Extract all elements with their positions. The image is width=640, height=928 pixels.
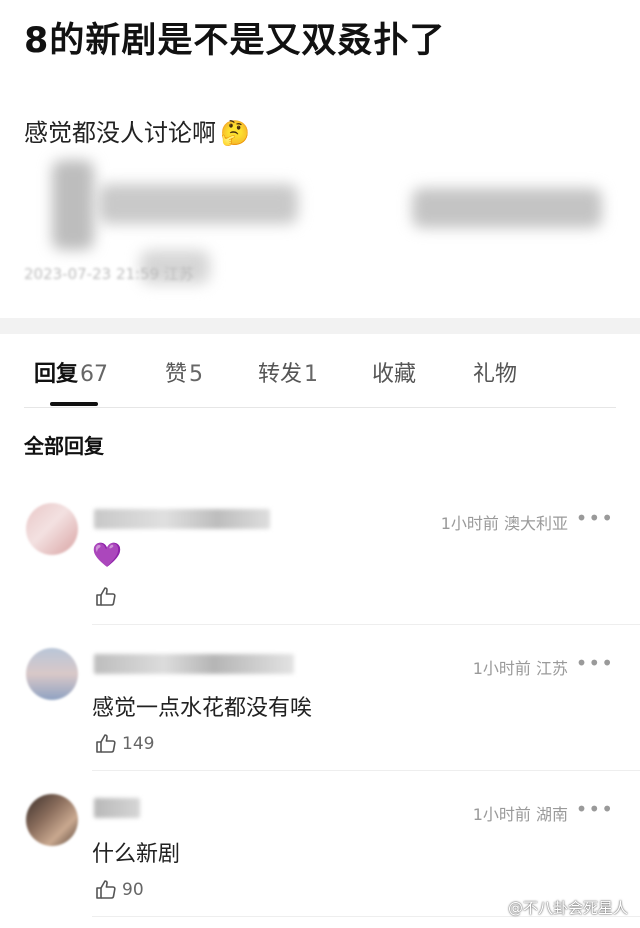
more-options-icon[interactable]: •••: [576, 506, 614, 530]
commenter-name[interactable]: [94, 798, 140, 818]
comment-time: 1小时前: [440, 514, 499, 533]
comment-location: 澳大利亚: [503, 514, 568, 533]
tab-gifts[interactable]: 礼物: [473, 356, 517, 388]
comment-divider: [92, 770, 640, 771]
blurred-author-name: [98, 184, 298, 224]
section-gap: [0, 318, 640, 334]
comment-item: 1小时前 江苏 ••• 感觉一点水花都没有唉 149: [0, 640, 640, 771]
comment-time: 1小时前: [472, 805, 531, 824]
tab-replies-count: 67: [80, 362, 109, 387]
thumbs-up-icon: [96, 880, 116, 899]
comment-location: 湖南: [535, 805, 568, 824]
comment-meta: 1小时前 江苏: [473, 655, 568, 679]
tab-likes-label: 赞: [165, 362, 188, 387]
comment-time: 1小时前: [472, 659, 531, 678]
like-count: 149: [122, 734, 155, 754]
blurred-author-badge: [412, 188, 602, 228]
tabs-divider: [24, 407, 616, 408]
tab-replies[interactable]: 回复67: [34, 356, 108, 388]
tab-favorites[interactable]: 收藏: [372, 356, 416, 388]
tab-favorites-label: 收藏: [372, 362, 417, 387]
tab-reposts-label: 转发: [258, 362, 303, 387]
comment-text: 💜: [92, 541, 122, 569]
comment-text: 感觉一点水花都没有唉: [92, 696, 313, 721]
tab-likes-count: 5: [189, 362, 204, 387]
thinking-face-icon: 🤔: [220, 119, 250, 147]
like-button[interactable]: [94, 585, 122, 609]
avatar[interactable]: [26, 794, 78, 846]
comment-location: 江苏: [535, 659, 568, 678]
tab-reposts[interactable]: 转发1: [258, 356, 318, 388]
active-tab-indicator: [50, 402, 98, 406]
post-body-text: 感觉都没人讨论啊: [24, 119, 216, 147]
post-title: 8的新剧是不是又双叒扑了: [24, 21, 446, 61]
more-options-icon[interactable]: •••: [576, 797, 614, 821]
watermark: @不八卦会死星人: [507, 899, 628, 917]
like-button[interactable]: 149: [94, 732, 154, 756]
comment-text: 什么新剧: [92, 842, 181, 867]
avatar[interactable]: [26, 648, 78, 700]
comment-item: 1小时前 澳大利亚 ••• 💜: [0, 495, 640, 625]
reply-tabs: 回复67 赞5 转发1 收藏 礼物: [0, 334, 640, 408]
comment-meta: 1小时前 澳大利亚: [441, 510, 568, 534]
thumbs-up-icon: [96, 734, 116, 753]
blurred-author-avatar: [52, 160, 94, 250]
post-body: 感觉都没人讨论啊 🤔: [24, 113, 250, 148]
thumbs-up-icon: [96, 587, 116, 606]
avatar[interactable]: [26, 503, 78, 555]
like-count: 90: [122, 880, 144, 900]
post-meta: 2023-07-23 21:59 江苏: [24, 265, 194, 283]
tab-likes[interactable]: 赞5: [165, 356, 203, 388]
tab-replies-label: 回复: [34, 362, 79, 387]
section-title: 全部回复: [24, 434, 104, 458]
tab-reposts-count: 1: [304, 362, 319, 387]
comment-meta: 1小时前 湖南: [473, 801, 568, 825]
tab-gifts-label: 礼物: [473, 362, 518, 387]
commenter-name[interactable]: [94, 509, 270, 529]
like-button[interactable]: 90: [94, 878, 144, 902]
more-options-icon[interactable]: •••: [576, 651, 614, 675]
commenter-name[interactable]: [94, 654, 294, 674]
comment-divider: [92, 624, 640, 625]
